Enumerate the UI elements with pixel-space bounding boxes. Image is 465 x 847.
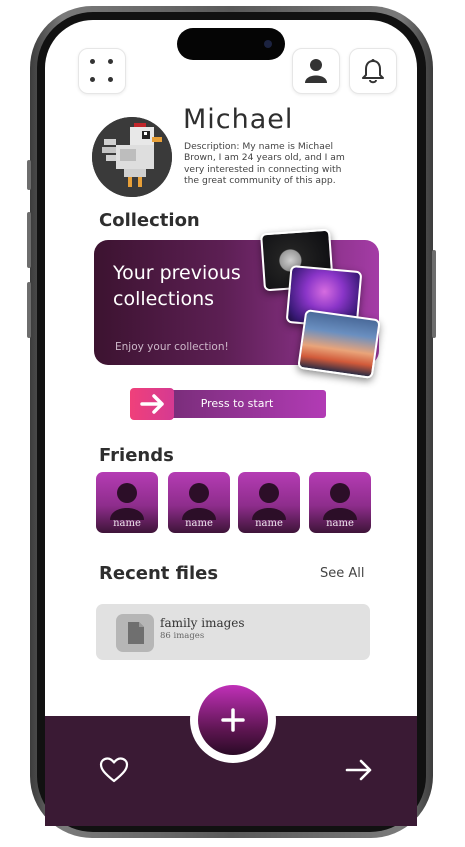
favorites-button[interactable] — [99, 756, 129, 784]
menu-button[interactable] — [78, 48, 126, 94]
collection-card-title: Your previous collections — [113, 262, 241, 310]
friend-name: name — [113, 518, 141, 529]
phone-side-button — [27, 160, 31, 190]
friend-card[interactable]: name — [168, 472, 230, 533]
friends-section-title: Friends — [99, 445, 174, 466]
friend-card[interactable]: name — [96, 472, 158, 533]
recent-files-section-title: Recent files — [99, 563, 219, 584]
plus-icon — [221, 708, 245, 732]
collection-card-subtitle: Enjoy your collection! — [115, 341, 229, 353]
phone-side-button — [27, 282, 31, 338]
profile-name: Michael — [183, 104, 294, 135]
user-icon — [305, 59, 327, 83]
pixel-bird-avatar — [92, 117, 172, 197]
next-button[interactable] — [344, 756, 374, 784]
bell-icon — [362, 59, 384, 84]
phone-side-button — [27, 212, 31, 268]
file-count: 86 images — [160, 631, 205, 641]
file-thumbnail — [116, 614, 154, 652]
grid-dots-icon — [79, 49, 125, 93]
arrow-right-icon — [140, 394, 164, 414]
friend-name: name — [185, 518, 213, 529]
add-button[interactable] — [198, 685, 268, 755]
friend-card[interactable]: name — [309, 472, 371, 533]
heart-icon — [99, 757, 129, 783]
profile-button[interactable] — [292, 48, 340, 94]
notifications-button[interactable] — [349, 48, 397, 94]
file-name: family images — [160, 616, 245, 630]
phone-side-button — [432, 250, 436, 338]
camera-icon — [264, 40, 272, 48]
sunset-photo[interactable] — [297, 309, 381, 379]
profile-description: Description: My name is Michael Brown, I… — [184, 141, 345, 187]
friend-name: name — [326, 518, 354, 529]
avatar[interactable] — [92, 117, 172, 197]
see-all-link[interactable]: See All — [320, 566, 365, 581]
collection-section-title: Collection — [99, 210, 200, 231]
start-button-label: Press to start — [200, 397, 274, 410]
start-arrow[interactable] — [130, 388, 174, 420]
file-icon — [128, 622, 144, 644]
arrow-right-icon — [345, 759, 372, 781]
friend-name: name — [255, 518, 283, 529]
friend-card[interactable]: name — [238, 472, 300, 533]
